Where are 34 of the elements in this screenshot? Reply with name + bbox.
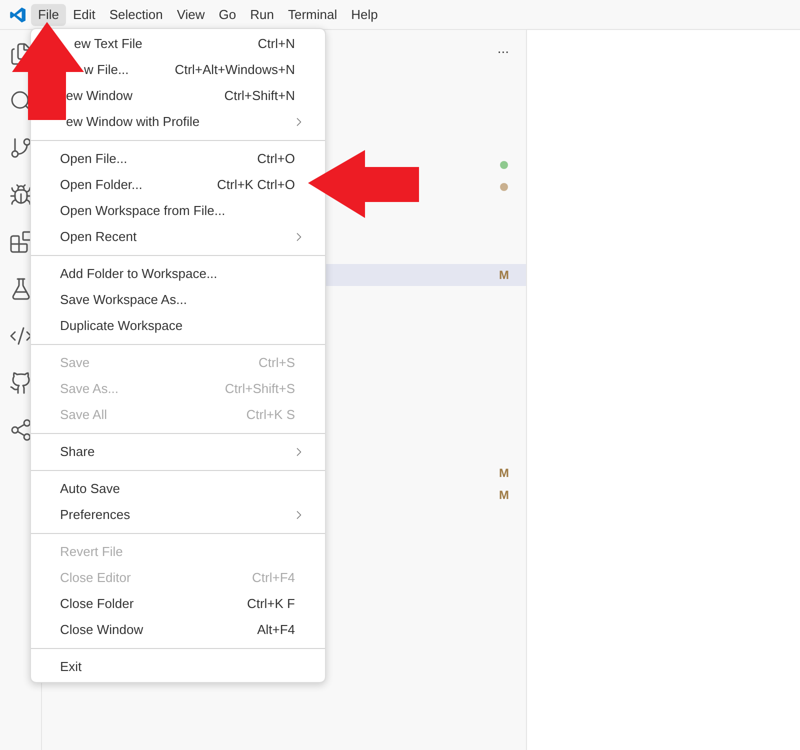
menu-bar-item[interactable]: Help [344,4,385,26]
branch-icon[interactable] [8,136,32,160]
menu-item[interactable]: Close Folder Ctrl+K F [60,591,306,617]
menu-item[interactable]: Exit [60,654,306,680]
menu-item[interactable]: Add Folder to Workspace... [60,261,306,287]
menu-item[interactable]: Duplicate Workspace [60,313,306,339]
menu-item[interactable]: ew Window with Profile [66,109,306,135]
menu-bar-item[interactable]: Run [243,4,281,26]
share-icon[interactable] [8,418,32,442]
menu-item[interactable]: Auto Save [60,476,306,502]
blocks-icon[interactable] [8,230,32,254]
menu-item[interactable]: Share [60,439,306,465]
github-icon[interactable] [8,371,32,395]
bug-icon[interactable] [8,183,32,207]
menu-item[interactable]: Open Recent [60,224,306,250]
more-actions[interactable]: ... [497,38,509,58]
menu-bar-item[interactable]: Terminal [281,4,344,26]
menu-item[interactable]: Close Window Alt+F4 [60,617,306,643]
menu-item[interactable]: Save Workspace As... [60,287,306,313]
menu-item[interactable]: w File... Ctrl+Alt+Windows+N [84,57,306,83]
menu-bar-item[interactable]: Selection [102,4,170,26]
modified-status: M [499,465,509,482]
menu-item[interactable]: Open File... Ctrl+O [60,146,306,172]
menu-item[interactable]: Preferences [60,502,306,528]
app-logo-icon [9,6,27,24]
menu-item[interactable]: ew Window Ctrl+Shift+N [66,83,306,109]
menu-bar-item[interactable]: Edit [66,4,102,26]
menu-item[interactable]: ew Text File Ctrl+N [74,31,306,57]
menu-bar-item[interactable]: Go [212,4,244,26]
menu-bar-item[interactable]: View [170,4,212,26]
modified-status: M [499,267,509,284]
menu-bar-item[interactable]: File [31,4,66,26]
menu-item[interactable]: Open Workspace from File... [60,198,306,224]
menu-item[interactable]: Open Folder... Ctrl+K Ctrl+O [60,172,306,198]
